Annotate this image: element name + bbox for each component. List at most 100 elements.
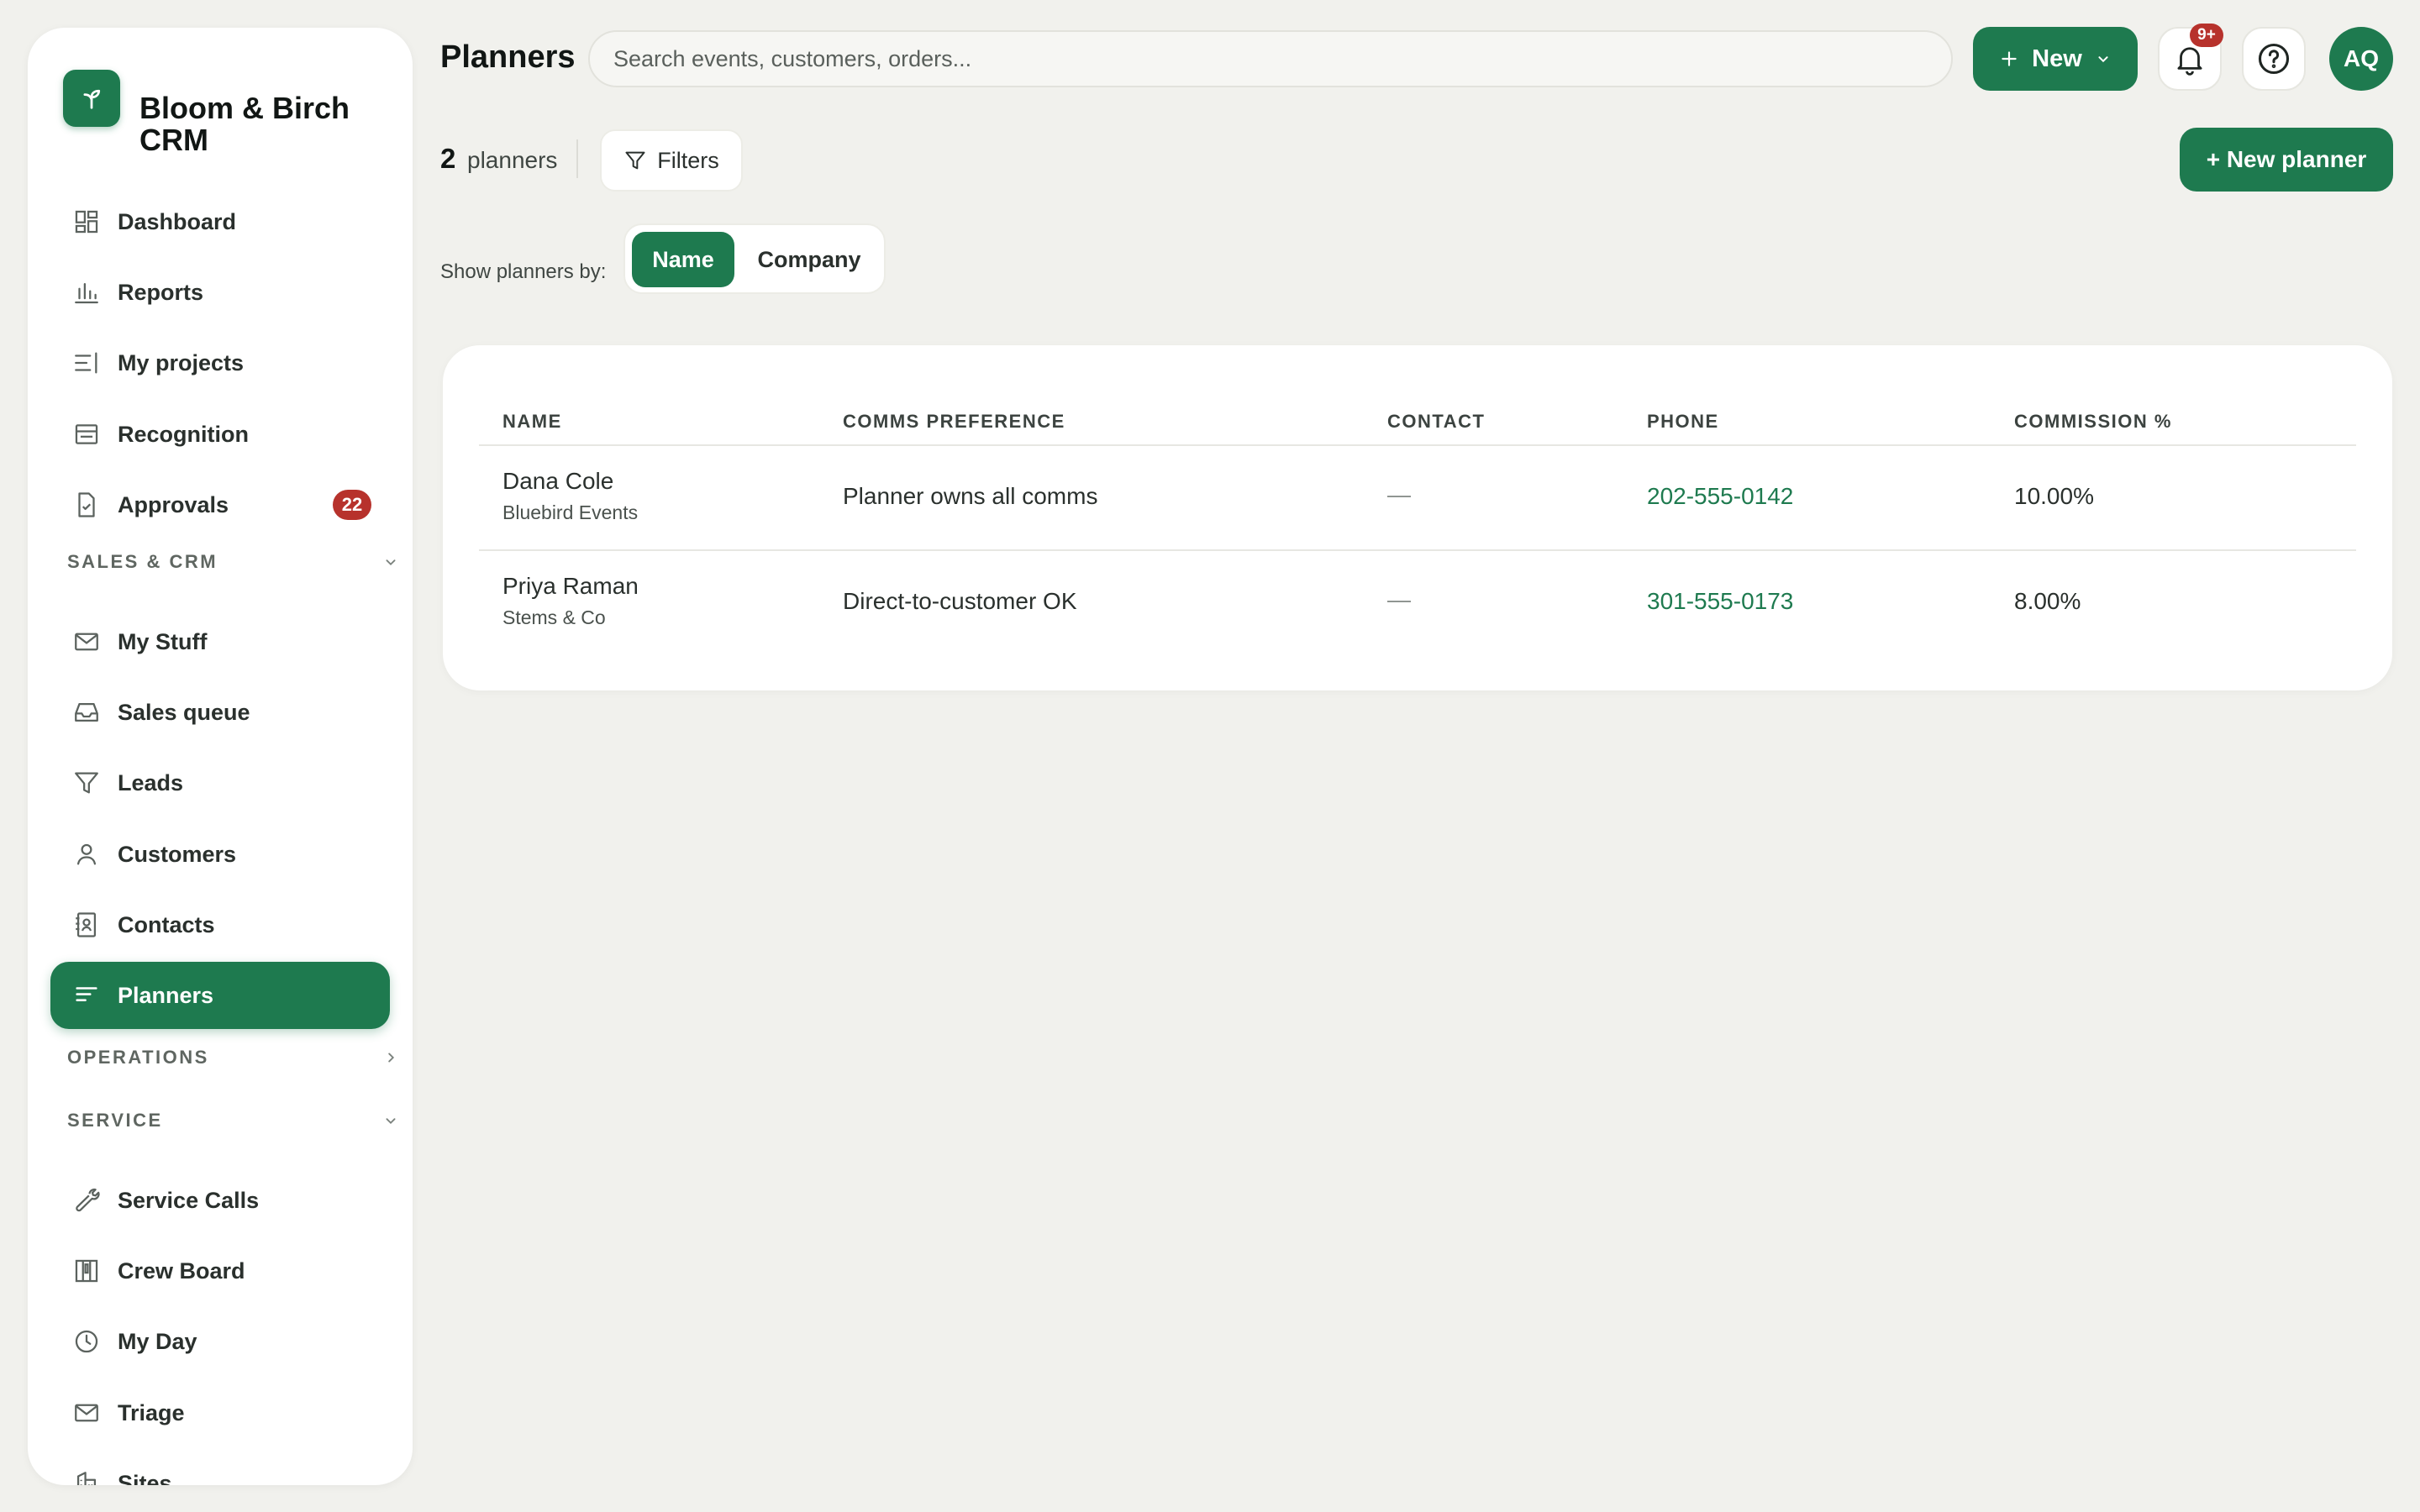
filters-button-label: Filters xyxy=(657,147,719,173)
column-header-name[interactable]: NAME xyxy=(502,411,562,433)
building-icon xyxy=(72,1469,101,1485)
help-button[interactable] xyxy=(2242,27,2306,91)
contact-book-icon xyxy=(72,911,101,939)
sidebar-item-label: Dashboard xyxy=(118,208,237,234)
sidebar-item-reports[interactable]: Reports xyxy=(50,259,390,326)
card-icon xyxy=(72,420,101,449)
phone-link[interactable]: 202-555-0142 xyxy=(1647,483,1793,510)
contact-value: — xyxy=(1387,481,1411,507)
mail-icon xyxy=(72,1399,101,1427)
sidebar-item-label: Approvals xyxy=(118,491,229,517)
comms-preference: Planner owns all comms xyxy=(843,483,1098,509)
filter-icon xyxy=(623,149,647,172)
comms-preference: Direct-to-customer OK xyxy=(843,588,1077,614)
commission-value: 10.00% xyxy=(2014,483,2094,509)
approvals-count-badge: 22 xyxy=(333,490,371,520)
brand-name: Bloom & Birch CRM xyxy=(139,91,350,157)
sidebar-item-label: My Stuff xyxy=(118,628,208,654)
divider xyxy=(576,139,578,178)
sidebar-item-contacts[interactable]: Contacts xyxy=(50,891,390,958)
sidebar-item-dashboard[interactable]: Dashboard xyxy=(50,188,390,255)
sidebar-item-customers[interactable]: Customers xyxy=(50,821,390,888)
mail-icon xyxy=(72,627,101,656)
planner-name: Priya Raman xyxy=(502,573,639,599)
filter-icon xyxy=(72,769,101,797)
sidebar-item-label: My projects xyxy=(118,349,245,375)
filters-button[interactable]: Filters xyxy=(600,129,743,192)
column-header-commission[interactable]: COMMISSION % xyxy=(2014,411,2172,433)
show-by-toggle: Name Company xyxy=(623,223,886,294)
file-check-icon xyxy=(72,491,101,519)
sidebar-item-triage[interactable]: Triage xyxy=(50,1379,390,1446)
list-icon xyxy=(72,349,101,377)
show-by-company-option[interactable]: Company xyxy=(739,232,879,287)
sidebar-item-label: Sales queue xyxy=(118,699,250,725)
section-label: OPERATIONS xyxy=(67,1047,209,1068)
column-header-phone[interactable]: PHONE xyxy=(1647,411,1719,433)
sidebar-item-label: Contacts xyxy=(118,911,215,937)
sidebar-item-service-calls[interactable]: Service Calls xyxy=(50,1167,390,1234)
column-header-contact[interactable]: CONTACT xyxy=(1387,411,1485,433)
section-label: SALES & CRM xyxy=(67,551,218,572)
planner-lines-icon xyxy=(72,981,101,1010)
clock-icon xyxy=(72,1327,101,1356)
sidebar-item-label: Recognition xyxy=(118,421,249,447)
chevron-down-icon xyxy=(381,553,400,571)
planner-company: Stems & Co xyxy=(502,606,606,628)
new-planner-button[interactable]: + New planner xyxy=(2180,128,2393,192)
sidebar-item-label: Crew Board xyxy=(118,1257,245,1284)
sidebar-item-label: Reports xyxy=(118,279,204,305)
section-sales-crm[interactable]: SALES & CRM xyxy=(67,545,400,579)
planner-count: 2 xyxy=(440,143,456,174)
sidebar-item-crew-board[interactable]: Crew Board xyxy=(50,1237,390,1305)
dashboard-icon xyxy=(72,207,101,236)
sidebar-item-label: Leads xyxy=(118,769,184,795)
phone-link[interactable]: 301-555-0173 xyxy=(1647,588,1793,615)
chevron-down-icon xyxy=(2094,50,2112,68)
sidebar-item-label: Planners xyxy=(118,982,214,1008)
section-operations[interactable]: OPERATIONS xyxy=(67,1041,400,1074)
chevron-down-icon xyxy=(381,1111,400,1130)
sidebar: Bloom & Birch CRM Dashboard Reports My p… xyxy=(28,28,413,1485)
sidebar-item-planners[interactable]: Planners xyxy=(50,962,390,1029)
sidebar-item-my-day[interactable]: My Day xyxy=(50,1308,390,1375)
chevron-right-icon xyxy=(381,1048,400,1067)
column-header-comms-preference[interactable]: COMMS PREFERENCE xyxy=(843,411,1065,433)
commission-value: 8.00% xyxy=(2014,588,2081,614)
user-avatar[interactable]: AQ xyxy=(2329,27,2393,91)
sidebar-item-label: Sites xyxy=(118,1470,172,1486)
sidebar-item-label: Customers xyxy=(118,841,237,867)
kanban-icon xyxy=(72,1257,101,1285)
new-button[interactable]: New xyxy=(1973,27,2138,91)
sidebar-item-sites[interactable]: Sites xyxy=(50,1450,390,1485)
sidebar-item-my-stuff[interactable]: My Stuff xyxy=(50,608,390,675)
section-service[interactable]: SERVICE xyxy=(67,1104,400,1137)
sidebar-item-label: My Day xyxy=(118,1328,197,1354)
user-icon xyxy=(72,840,101,869)
sidebar-item-approvals[interactable]: Approvals 22 xyxy=(50,471,390,538)
bar-chart-icon xyxy=(72,278,101,307)
brand[interactable]: Bloom & Birch CRM xyxy=(63,70,366,156)
section-label: SERVICE xyxy=(67,1110,163,1131)
planner-company: Bluebird Events xyxy=(502,501,639,523)
table-row[interactable]: Dana Cole Bluebird Events Planner owns a… xyxy=(443,446,2392,549)
plus-icon xyxy=(1998,48,2020,70)
search-input[interactable] xyxy=(588,30,1953,87)
brand-logo-icon xyxy=(63,70,120,127)
help-icon xyxy=(2255,40,2292,77)
sidebar-item-label: Service Calls xyxy=(118,1187,260,1213)
notifications-count-badge: 9+ xyxy=(2190,24,2223,47)
sidebar-item-sales-queue[interactable]: Sales queue xyxy=(50,679,390,746)
table-row[interactable]: Priya Raman Stems & Co Direct-to-custome… xyxy=(443,551,2392,654)
show-by-name-option[interactable]: Name xyxy=(632,232,734,287)
page-title: Planners xyxy=(440,39,576,75)
sidebar-item-my-projects[interactable]: My projects xyxy=(50,329,390,396)
notifications-button[interactable]: 9+ xyxy=(2158,24,2223,91)
new-button-label: New xyxy=(2032,45,2082,72)
show-by-label: Show planners by: xyxy=(440,260,607,283)
inbox-icon xyxy=(72,698,101,727)
planner-name: Dana Cole xyxy=(502,468,614,494)
contact-value: — xyxy=(1387,586,1411,612)
sidebar-item-leads[interactable]: Leads xyxy=(50,749,390,816)
sidebar-item-recognition[interactable]: Recognition xyxy=(50,401,390,468)
